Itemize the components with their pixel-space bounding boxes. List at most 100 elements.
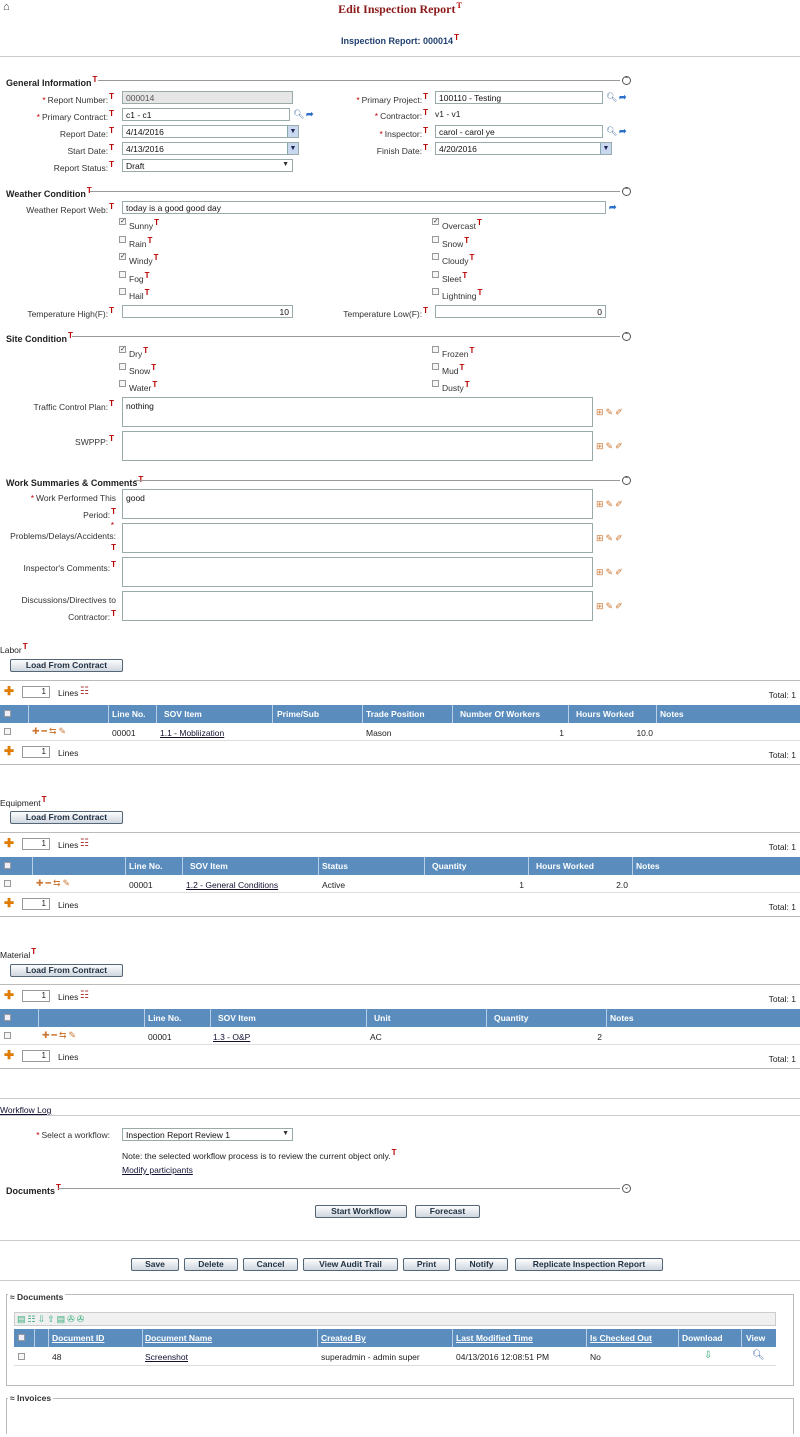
textarea-tools-icon[interactable]: ⊞✎✐ <box>596 533 625 544</box>
swppp-textarea[interactable] <box>122 431 593 461</box>
primary-contract-field[interactable]: c1 - c1 <box>122 108 290 121</box>
report-status-select[interactable]: Draft ▼ <box>122 159 293 172</box>
checkbox-water[interactable] <box>119 380 126 387</box>
temp-low-field[interactable]: 0 <box>435 305 606 318</box>
workflow-select[interactable]: Inspection Report Review 1 ▼ <box>122 1128 293 1141</box>
table-row[interactable]: ✚━⇆✎ 00001 1.3 - O&P AC 2 <box>0 1027 800 1045</box>
checkbox-fog[interactable] <box>119 270 126 278</box>
delete-button[interactable]: Delete <box>184 1258 238 1271</box>
equipment-grid-header: Line No. SOV Item Status Quantity Hours … <box>0 857 800 875</box>
table-row[interactable]: 48 Screenshot superadmin - admin super 0… <box>14 1347 776 1366</box>
replicate-button[interactable]: Replicate Inspection Report <box>515 1258 663 1271</box>
collapse-icon[interactable]: ⌃ <box>622 332 631 341</box>
expand-icon[interactable]: ⌄ <box>622 1184 631 1193</box>
download-icon[interactable]: ⇩ <box>704 1350 712 1361</box>
start-workflow-button[interactable]: Start Workflow <box>315 1205 407 1218</box>
equipment-lines-input-bottom[interactable]: 1 <box>22 898 50 910</box>
inspector-field[interactable]: carol - carol ye <box>435 125 603 138</box>
checkbox-sunny[interactable]: ✓ <box>119 218 126 225</box>
add-icon[interactable]: ✚ <box>4 1049 14 1061</box>
goto-arrow-icon[interactable]: ➦ <box>619 126 631 136</box>
start-date-field[interactable]: 4/13/2016 ▼ <box>122 142 299 155</box>
checkbox-snow[interactable] <box>119 363 126 370</box>
search-icon[interactable]: 🔍︎ <box>293 109 304 119</box>
checkbox-hail[interactable] <box>119 288 126 295</box>
view-audit-trail-button[interactable]: View Audit Trail <box>303 1258 398 1271</box>
print-button[interactable]: Print <box>403 1258 450 1271</box>
add-icon[interactable]: ✚ <box>4 897 14 909</box>
checkbox-windy[interactable]: ✓ <box>119 253 126 260</box>
checkbox-sleet[interactable] <box>432 270 439 278</box>
swppp-label: SWPPP:T <box>75 434 114 447</box>
textarea-tools-icon[interactable]: ⊞✎✐ <box>596 407 625 418</box>
equipment-lines-input[interactable]: 1 <box>22 838 50 850</box>
checkbox-dusty[interactable] <box>432 380 439 387</box>
inspector-comments-label: Inspector's Comments:T <box>23 560 116 573</box>
add-icon[interactable]: ✚ <box>4 745 14 757</box>
lines-label: Lines <box>58 840 79 850</box>
checkbox-label: SnowT <box>129 363 157 376</box>
material-load-button[interactable]: Load From Contract <box>10 964 123 977</box>
report-date-field[interactable]: 4/14/2016 ▼ <box>122 125 299 138</box>
add-icon[interactable]: ✚ <box>4 989 14 1001</box>
goto-arrow-icon[interactable]: ➦ <box>619 92 631 102</box>
labor-lines-input[interactable]: 1 <box>22 686 50 698</box>
work-performed-textarea[interactable]: good <box>122 489 593 519</box>
problems-textarea[interactable] <box>122 523 593 553</box>
collapse-icon[interactable]: ⌃ <box>622 187 631 196</box>
material-title: MaterialT <box>0 947 37 960</box>
checkbox-cloudy[interactable] <box>432 253 439 260</box>
checkbox-snow[interactable] <box>432 235 439 243</box>
checkbox-label: WaterT <box>129 380 158 393</box>
table-row[interactable]: ✚━⇆✎ 00001 1.2 - General Conditions Acti… <box>0 875 800 893</box>
checkbox-rain[interactable] <box>119 235 126 243</box>
checkbox-frozen[interactable] <box>432 346 439 353</box>
save-button[interactable]: Save <box>131 1258 179 1271</box>
equipment-load-button[interactable]: Load From Contract <box>10 811 123 824</box>
goto-arrow-icon[interactable]: ➦ <box>306 109 318 119</box>
workflow-log-link[interactable]: Workflow Log <box>0 1105 51 1115</box>
search-icon[interactable]: 🔍︎ <box>606 92 617 102</box>
delete-lines-icon[interactable]: ☷ <box>80 838 89 849</box>
delete-lines-icon[interactable]: ☷ <box>80 686 89 697</box>
checkbox-lightning[interactable] <box>432 288 439 295</box>
checkbox-label: FogT <box>129 270 150 284</box>
checkbox-dry[interactable]: ✓ <box>119 346 126 353</box>
checkbox-label: DustyT <box>442 380 470 393</box>
labor-load-button[interactable]: Load From Contract <box>10 659 123 672</box>
primary-project-field[interactable]: 100110 - Testing <box>435 91 603 104</box>
modify-participants-link[interactable]: Modify participants <box>122 1165 193 1175</box>
table-row[interactable]: ✚━⇆✎ 00001 1.1 - Mobliization Mason 1 10… <box>0 723 800 741</box>
checkbox-overcast[interactable]: ✓ <box>432 218 439 225</box>
weather-web-field[interactable]: today is a good good day <box>122 201 606 214</box>
collapse-icon[interactable]: ⌃ <box>622 476 631 485</box>
search-icon[interactable]: 🔍︎ <box>606 126 617 136</box>
labor-lines-input-bottom[interactable]: 1 <box>22 746 50 758</box>
add-icon[interactable]: ✚ <box>4 685 14 697</box>
report-status-label: Report Status:T <box>53 160 114 173</box>
equipment-total-bottom: Total: 1 <box>768 902 796 912</box>
forecast-button[interactable]: Forecast <box>415 1205 480 1218</box>
notify-button[interactable]: Notify <box>455 1258 508 1271</box>
cancel-button[interactable]: Cancel <box>243 1258 298 1271</box>
finish-date-field[interactable]: 4/20/2016 ▼ <box>435 142 612 155</box>
inspector-comments-textarea[interactable] <box>122 557 593 587</box>
collapse-icon[interactable]: ⌃ <box>622 76 631 85</box>
textarea-tools-icon[interactable]: ⊞✎✐ <box>596 567 625 578</box>
discussions-textarea[interactable] <box>122 591 593 621</box>
textarea-tools-icon[interactable]: ⊞✎✐ <box>596 441 625 452</box>
temp-high-field[interactable]: 10 <box>122 305 293 318</box>
checkbox-mud[interactable] <box>432 363 439 370</box>
material-lines-input[interactable]: 1 <box>22 990 50 1002</box>
add-icon[interactable]: ✚ <box>4 837 14 849</box>
report-number-field: 000014 <box>122 91 293 104</box>
delete-lines-icon[interactable]: ☷ <box>80 990 89 1001</box>
invoices-title[interactable]: ≈ Invoices <box>8 1393 54 1403</box>
traffic-textarea[interactable]: nothing <box>122 397 593 427</box>
material-lines-input-bottom[interactable]: 1 <box>22 1050 50 1062</box>
textarea-tools-icon[interactable]: ⊞✎✐ <box>596 499 625 510</box>
checkbox-label: SleetT <box>442 270 468 284</box>
goto-arrow-icon[interactable]: ➦ <box>609 202 621 212</box>
view-icon[interactable]: 🔍︎ <box>752 1350 765 1361</box>
textarea-tools-icon[interactable]: ⊞✎✐ <box>596 601 625 612</box>
